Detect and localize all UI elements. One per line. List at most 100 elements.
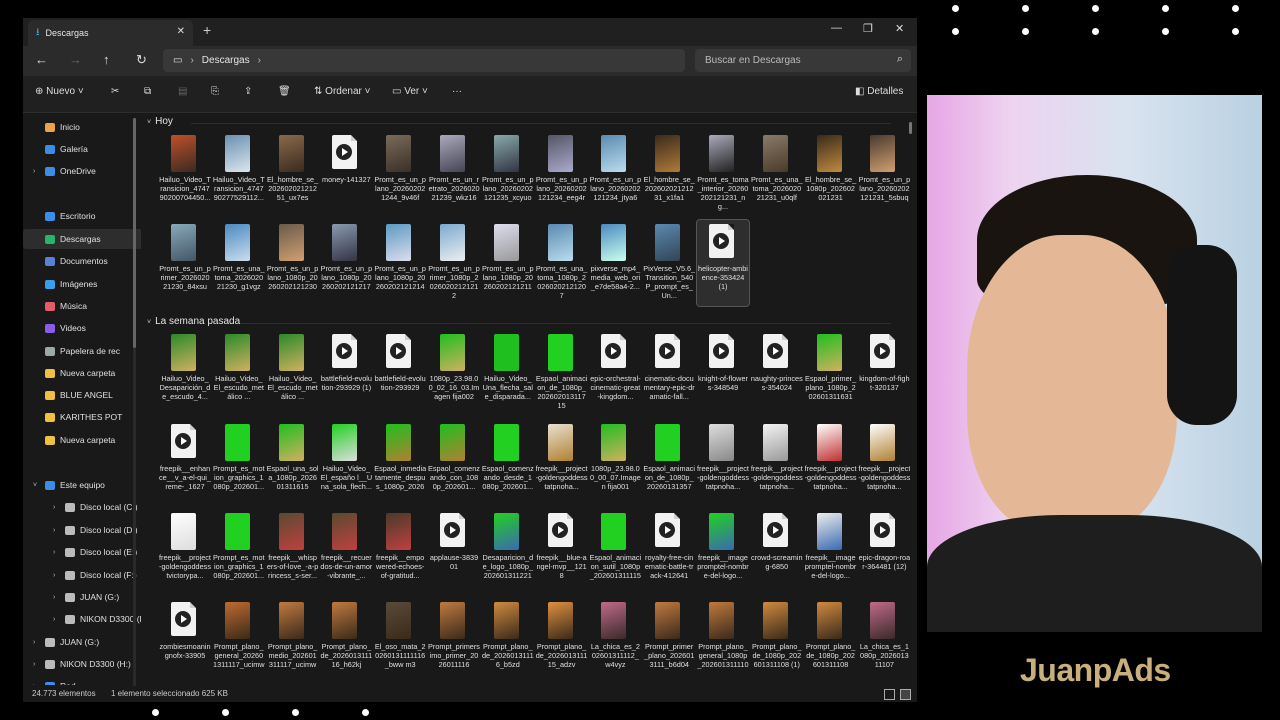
forward-button[interactable]: → bbox=[69, 52, 82, 67]
file-item[interactable]: Hailuo_Video_El_españo l__Una_sola_flech… bbox=[320, 420, 372, 506]
file-item[interactable]: Prompt_primer_plano_2026013111_b6d04 bbox=[643, 598, 695, 684]
file-item[interactable]: freepik__empowered-echoes-of-gratitud... bbox=[374, 509, 426, 595]
chevron-down-icon[interactable]: ˅ bbox=[33, 482, 37, 489]
sidebar-item[interactable]: Música📌 bbox=[23, 296, 141, 316]
file-item[interactable]: Promt_es_un_plano_1080p_20260202121230 bbox=[267, 220, 319, 306]
file-item[interactable]: pixverse_mp4_media_web_ori_e7de58a4-2... bbox=[589, 220, 641, 306]
file-item[interactable]: Prompt_plano_de_202601311116_h62kj bbox=[320, 598, 372, 684]
rename-icon[interactable]: ⎘ bbox=[211, 86, 219, 97]
sidebar-item[interactable]: › OneDrive bbox=[23, 161, 141, 181]
file-item[interactable]: Promt_es_un_plano_20260202121234_eeg4r bbox=[536, 131, 588, 217]
file-item[interactable]: Espaol_inmediatamente_despus_1080p_2026 bbox=[374, 420, 426, 506]
file-item[interactable]: Promt_es_una_toma_202602021230_g1vgz bbox=[213, 220, 265, 306]
file-item[interactable]: Hailuo_Video_El_escudo_metálico ... bbox=[267, 330, 319, 416]
file-item[interactable]: freepik__imagepromptel-nombre-del-logo..… bbox=[697, 509, 749, 595]
sidebar-item[interactable]: Nueva carpeta📌 bbox=[23, 363, 141, 383]
chevron-right-icon[interactable]: › bbox=[33, 168, 35, 175]
chevron-right-icon[interactable]: › bbox=[33, 661, 35, 668]
refresh-button[interactable]: ↻ bbox=[136, 52, 147, 68]
file-item[interactable]: PixVerse_V5.6_Transition_540P_prompt_es_… bbox=[643, 220, 695, 306]
file-item[interactable]: Espaol_comenzando_desde_1080p_202601... bbox=[482, 420, 534, 506]
file-item[interactable]: La_chica_es_202601311112_w4vyz bbox=[589, 598, 641, 684]
address-bar[interactable]: ▭ › Descargas › bbox=[163, 49, 685, 72]
file-item[interactable]: Promt_es_un_plano_1080p_20260202121217 bbox=[320, 220, 372, 306]
file-item[interactable]: cinematic-documentary-epic-dramatic-fall… bbox=[643, 330, 695, 416]
file-item[interactable]: freepik__blue-angel-mvp__1218 bbox=[536, 509, 588, 595]
sidebar-item[interactable]: Papelera de rec📌 bbox=[23, 341, 141, 361]
sidebar-item[interactable]: › Disco local (E:) bbox=[23, 542, 141, 562]
file-item[interactable]: Espaol_una_sola_1080p_202601311615 bbox=[267, 420, 319, 506]
sidebar-item[interactable]: › Disco local (F:) bbox=[23, 565, 141, 585]
sidebar-item[interactable]: › Disco local (C:) bbox=[23, 497, 141, 517]
file-item[interactable]: royalty-free-cinematic-battle-track-4126… bbox=[643, 509, 695, 595]
sidebar-item[interactable]: › JUAN (G:) bbox=[23, 587, 141, 607]
file-item[interactable]: knight-of-flowers-348549 bbox=[697, 330, 749, 416]
file-item[interactable]: Prompt_es_motion_graphics_1080p_202601..… bbox=[213, 420, 265, 506]
sidebar-scrollbar[interactable] bbox=[133, 118, 136, 688]
chevron-right-icon[interactable]: › bbox=[33, 683, 35, 686]
sidebar-item[interactable]: › NIKON D3300 (H bbox=[23, 609, 141, 629]
file-item[interactable]: Promt_es_un_retrato_202602021239_wkz16 bbox=[428, 131, 480, 217]
sidebar-item[interactable]: › Disco local (D:) bbox=[23, 520, 141, 540]
sidebar-item[interactable]: Imágenes📌 bbox=[23, 274, 141, 294]
file-item[interactable]: Espaol_primer_plano_1080p_202601311631 bbox=[805, 330, 857, 416]
file-item[interactable]: Prompt_plano_de_20260131116_b5zd bbox=[482, 598, 534, 684]
file-item[interactable]: epic-orchestral-cinematic-great-kingdom.… bbox=[589, 330, 641, 416]
file-item[interactable]: Prompt_es_motion_graphics_1080p_202601..… bbox=[213, 509, 265, 595]
file-item[interactable]: Promt_es_un_primer_1080p_20260202121212 bbox=[428, 220, 480, 306]
close-window-button[interactable]: ✕ bbox=[895, 22, 904, 35]
file-item[interactable]: Espaol_animacion_sutil_1080p_20260131111… bbox=[589, 509, 641, 595]
sidebar-item[interactable]: Documentos📌 bbox=[23, 251, 141, 271]
copy-icon[interactable]: ⧉ bbox=[144, 86, 151, 97]
minimize-button[interactable]: — bbox=[831, 22, 842, 34]
file-item[interactable]: Promt_es_una_toma_1080p_20260202121207 bbox=[536, 220, 588, 306]
sidebar-item[interactable]: Escritorio📌 bbox=[23, 206, 141, 226]
sort-button[interactable]: ⇅ Ordenar ˅ bbox=[314, 86, 370, 97]
sidebar-item[interactable]: Inicio bbox=[23, 117, 141, 137]
file-item[interactable]: crowd-screaming-6850 bbox=[751, 509, 803, 595]
file-item[interactable]: Prompt_plano_de_1080p_202601311108 (1) bbox=[751, 598, 803, 684]
details-view-icon[interactable] bbox=[884, 689, 895, 700]
chevron-right-icon[interactable]: › bbox=[33, 639, 35, 646]
file-item[interactable]: Hailuo_Video_Desaparición_de_escudo_4... bbox=[159, 330, 211, 416]
file-item[interactable]: applause-383901 bbox=[428, 509, 480, 595]
file-item[interactable]: 1080p_23.98.00_02_16_03.Imagen fija002 bbox=[428, 330, 480, 416]
back-button[interactable]: ← bbox=[35, 52, 48, 67]
more-options-button[interactable]: ··· bbox=[452, 86, 462, 97]
file-item[interactable]: El_hombre_se_20260202121251_ux7es bbox=[267, 131, 319, 217]
content-scrollbar-thumb[interactable] bbox=[909, 122, 912, 134]
file-item[interactable]: El_hombre_se_20260202121231_x1fa1 bbox=[643, 131, 695, 217]
file-item[interactable]: freepik__imagepromptel-nombre-del-logo..… bbox=[805, 509, 857, 595]
file-item[interactable]: Hailuo_Video_Transicion_474790200704450.… bbox=[159, 131, 211, 217]
file-item[interactable]: Hailuo_Video_El_escudo_metálico ... bbox=[213, 330, 265, 416]
new-tab-button[interactable]: + bbox=[203, 22, 211, 38]
file-item[interactable]: Hailuo_Video_Transicion_474790277529112.… bbox=[213, 131, 265, 217]
share-icon[interactable]: ⇪ bbox=[244, 86, 252, 97]
file-item[interactable]: Promt_es_un_plano_20260202121231_5sbuq bbox=[858, 131, 910, 217]
breadcrumb-descargas[interactable]: Descargas bbox=[202, 55, 250, 66]
cut-icon[interactable]: ✂ bbox=[111, 86, 119, 97]
file-item[interactable]: kingdom-of-fight-320137 bbox=[858, 330, 910, 416]
file-item[interactable]: freepik__project-goldengoddesstatpnoha..… bbox=[751, 420, 803, 506]
file-item[interactable]: El_oso_mata_20260131111116_bww m3 bbox=[374, 598, 426, 684]
file-item[interactable]: Promt_es_un_plano_202602021244_9v46f bbox=[374, 131, 426, 217]
file-item[interactable]: Prompt_plano_de_202601311115_adzv bbox=[536, 598, 588, 684]
chevron-right-icon[interactable]: › bbox=[53, 616, 55, 623]
sidebar-scrollbar-thumb[interactable] bbox=[133, 118, 136, 348]
sidebar-item[interactable]: Nueva carpeta bbox=[23, 430, 141, 450]
file-item[interactable]: La_chica_es_1080p_202601311107 bbox=[858, 598, 910, 684]
view-button[interactable]: ▭ Ver ˅ bbox=[392, 86, 428, 97]
file-item[interactable]: freepik__project-goldengoddesstatpnoha..… bbox=[536, 420, 588, 506]
paste-icon[interactable]: ▤ bbox=[178, 86, 187, 97]
file-item[interactable]: freepik__recuerdos-de-un-amor-vibrante_.… bbox=[320, 509, 372, 595]
file-item[interactable]: Promt_es_toma_interior_20260202121231_ng… bbox=[697, 131, 749, 217]
chevron-right-icon[interactable]: › bbox=[53, 527, 55, 534]
file-item[interactable]: epic-dragon-roar-364481 (12) bbox=[858, 509, 910, 595]
file-item[interactable]: Espaol_animacion_de_1080p_20260131357 bbox=[643, 420, 695, 506]
sidebar-item[interactable]: › JUAN (G:) bbox=[23, 632, 141, 652]
file-item[interactable]: Promt_es_un_plano_20260202121235_xcyuo bbox=[482, 131, 534, 217]
file-item[interactable]: Prompt_plano_general_202601311117_ucimw bbox=[213, 598, 265, 684]
tab-descargas[interactable]: ⭳ Descargas ✕ bbox=[28, 20, 193, 46]
file-item[interactable]: freepik__project-goldengoddesstatpnoha..… bbox=[858, 420, 910, 506]
close-tab-icon[interactable]: ✕ bbox=[177, 26, 185, 37]
